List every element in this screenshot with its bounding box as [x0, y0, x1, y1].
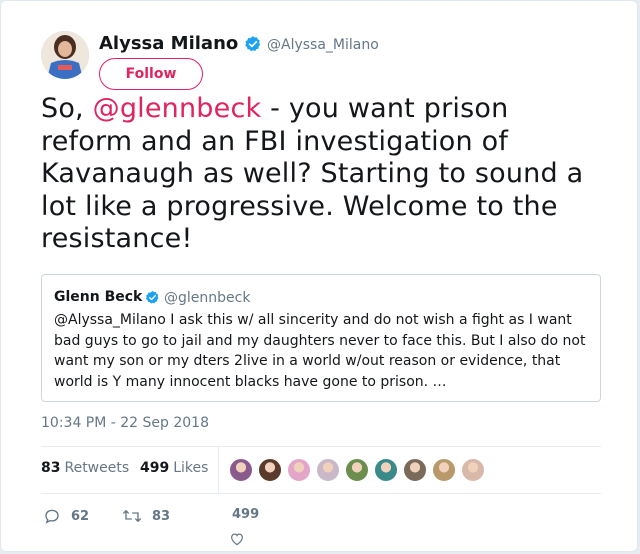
retweets-stat[interactable]: 83 Retweets [41, 460, 129, 476]
liker-avatar[interactable] [403, 458, 427, 482]
divider [41, 493, 601, 494]
retweets-label: Retweets [64, 460, 130, 476]
mention-link[interactable]: @glennbeck [93, 93, 262, 124]
divider [218, 447, 219, 493]
tweet-card: Alyssa Milano @Alyssa_Milano Follow So, … [0, 0, 638, 552]
liker-avatar[interactable] [287, 458, 311, 482]
quoted-author-handle: @glennbeck [164, 290, 251, 306]
liker-avatar[interactable] [432, 458, 456, 482]
likes-stat[interactable]: 499 Likes [140, 460, 208, 476]
reply-icon [45, 509, 59, 524]
likes-label: Likes [173, 460, 209, 476]
reply-action[interactable]: 62 [43, 507, 89, 525]
like-count-action[interactable]: 499 [232, 507, 259, 522]
retweet-action[interactable]: 83 [122, 507, 170, 525]
follow-button[interactable]: Follow [99, 58, 203, 90]
liker-avatar[interactable] [345, 458, 369, 482]
author-name[interactable]: Alyssa Milano [99, 33, 238, 54]
like-count: 499 [232, 507, 260, 522]
heart-icon[interactable] [229, 531, 245, 547]
reply-count: 62 [71, 508, 90, 524]
quoted-author-name: Glenn Beck [54, 289, 143, 305]
tweet-text-prefix: So, [41, 93, 93, 124]
liker-avatar[interactable] [461, 458, 485, 482]
liker-avatar[interactable] [258, 458, 282, 482]
verified-badge-icon [245, 36, 261, 52]
retweets-count: 83 [41, 460, 61, 476]
liker-avatar[interactable] [374, 458, 398, 482]
quoted-tweet[interactable]: Glenn Beck @glennbeck @Alyssa_Milano I a… [41, 274, 601, 402]
tweet-timestamp[interactable]: 10:34 PM - 22 Sep 2018 [41, 415, 209, 431]
retweet-icon [123, 510, 141, 522]
tweet-text: So, @glennbeck - you want prison reform … [41, 93, 601, 256]
avatar[interactable] [41, 31, 89, 79]
liker-avatar[interactable] [316, 458, 340, 482]
retweet-count: 83 [152, 508, 171, 524]
liker-avatar[interactable] [229, 458, 253, 482]
quoted-tweet-text: @Alyssa_Milano I ask this w/ all sinceri… [54, 312, 586, 390]
divider [41, 446, 601, 447]
verified-badge-icon [146, 290, 159, 304]
liker-avatars [229, 458, 490, 482]
likes-count: 499 [140, 460, 170, 476]
author-handle[interactable]: @Alyssa_Milano [267, 37, 379, 53]
